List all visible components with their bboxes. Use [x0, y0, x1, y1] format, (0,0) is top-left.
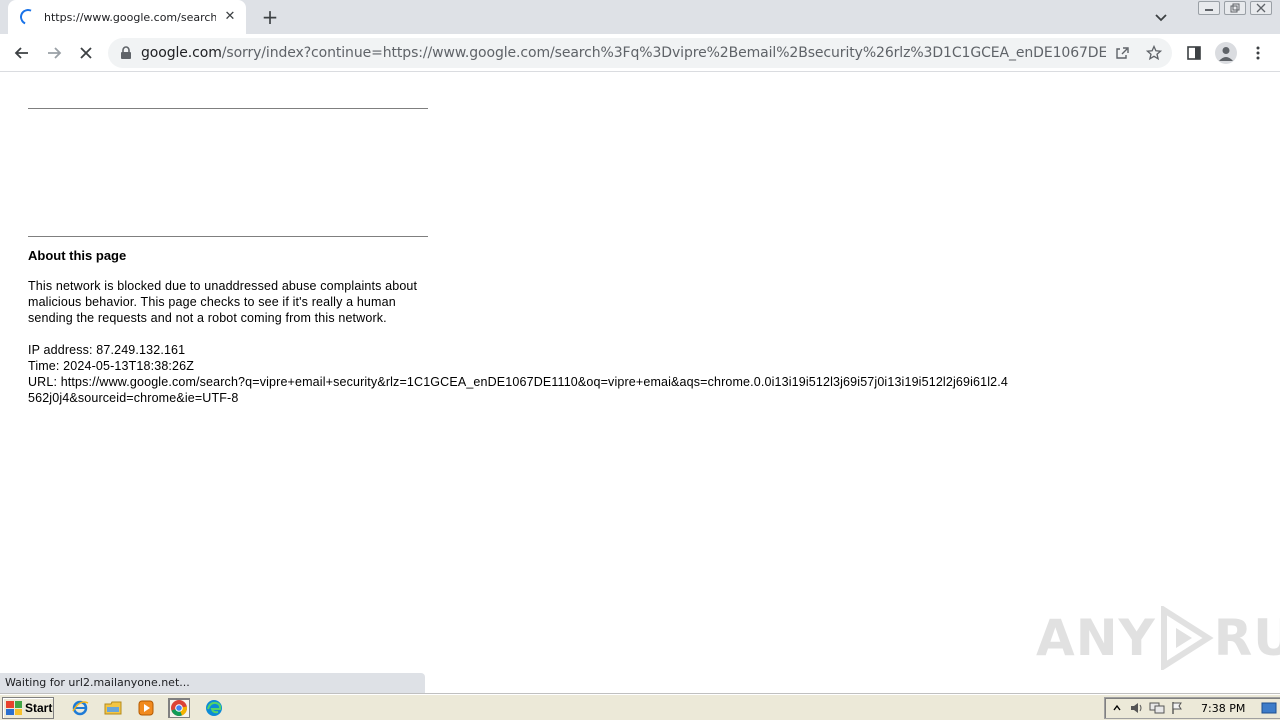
volume-button[interactable]	[1127, 700, 1147, 716]
captcha-area	[28, 109, 1028, 236]
play-logo-icon	[1160, 606, 1214, 670]
bookmark-button[interactable]	[1144, 43, 1164, 63]
clock[interactable]: 7:38 PM	[1201, 702, 1245, 715]
ip-address-line: IP address: 87.249.132.161	[28, 343, 186, 357]
request-info: IP address: 87.249.132.161 Time: 2024-05…	[28, 342, 1028, 406]
minimize-icon	[1205, 9, 1213, 11]
start-button[interactable]: Start	[2, 697, 54, 719]
speaker-icon	[1131, 703, 1142, 713]
anyrun-watermark: ANY RUN	[1036, 606, 1280, 670]
tab-strip: https://www.google.com/search?q=vipre+em…	[0, 0, 1280, 34]
avatar	[1215, 42, 1237, 64]
taskbar: Start 7:38 PM	[0, 694, 1280, 720]
restore-icon	[1230, 3, 1240, 13]
share-icon	[1116, 47, 1129, 59]
side-panel-icon	[1187, 46, 1201, 60]
close-icon	[1256, 3, 1266, 13]
chevron-up-icon	[1113, 704, 1121, 711]
flag-icon	[1172, 702, 1182, 714]
browser-toolbar: google.com/sorry/index?continue=https://…	[0, 34, 1280, 72]
arrow-left-icon	[14, 47, 28, 59]
address-bar[interactable]: google.com/sorry/index?continue=https://…	[108, 38, 1172, 68]
edge-icon	[206, 700, 222, 716]
share-button[interactable]	[1112, 43, 1132, 63]
close-icon	[80, 47, 92, 59]
status-bubble: Waiting for url2.mailanyone.net...	[0, 673, 425, 693]
window-controls	[1198, 1, 1272, 15]
url-line: URL: https://www.google.com/search?q=vip…	[28, 375, 1008, 405]
back-button[interactable]	[8, 39, 36, 67]
taskbar-media-player[interactable]	[135, 698, 157, 718]
taskbar-edge[interactable]	[203, 698, 225, 718]
url-host: google.com	[141, 45, 222, 61]
network-icon	[1149, 702, 1165, 714]
system-tray: 7:38 PM	[1104, 697, 1280, 719]
loading-spinner-icon	[17, 6, 39, 28]
action-center-button[interactable]	[1167, 700, 1187, 716]
minimize-button[interactable]	[1198, 1, 1220, 15]
tab-search-button[interactable]	[1150, 6, 1172, 28]
desktop-icon	[1261, 702, 1277, 714]
show-hidden-icons-button[interactable]	[1107, 700, 1127, 716]
tab-title: https://www.google.com/search?q=vipre+em…	[44, 10, 216, 24]
close-window-button[interactable]	[1250, 1, 1272, 15]
taskbar-explorer[interactable]	[102, 698, 124, 718]
media-player-icon	[138, 700, 154, 716]
watermark-text-right: RUN	[1213, 609, 1280, 667]
start-label: Start	[25, 701, 53, 715]
taskbar-chrome[interactable]	[168, 698, 190, 718]
menu-button[interactable]	[1244, 39, 1272, 67]
person-icon	[1219, 47, 1233, 61]
chevron-down-icon	[1155, 14, 1167, 22]
stop-loading-button[interactable]	[72, 39, 100, 67]
arrow-right-icon	[48, 47, 62, 59]
close-tab-icon[interactable]: ✕	[222, 9, 238, 25]
watermark-text-left: ANY	[1036, 609, 1156, 667]
restore-button[interactable]	[1224, 1, 1246, 15]
browser-tab[interactable]: https://www.google.com/search?q=vipre+em…	[8, 0, 246, 34]
page-title: About this page	[28, 248, 127, 263]
network-button[interactable]	[1147, 700, 1167, 716]
chrome-icon	[171, 700, 188, 716]
new-tab-button[interactable]: +	[258, 5, 282, 29]
star-icon	[1146, 45, 1162, 61]
windows-logo-icon	[6, 701, 22, 715]
page-content: About this page This network is blocked …	[28, 108, 1028, 406]
show-desktop-button[interactable]	[1259, 700, 1279, 716]
divider	[28, 236, 428, 237]
forward-button[interactable]	[40, 39, 68, 67]
time-line: Time: 2024-05-13T18:38:26Z	[28, 359, 195, 373]
profile-button[interactable]	[1212, 39, 1240, 67]
side-panel-button[interactable]	[1180, 39, 1208, 67]
about-text: This network is blocked due to unaddress…	[28, 279, 418, 325]
lock-icon[interactable]	[120, 46, 132, 60]
taskbar-internet-explorer[interactable]	[69, 698, 91, 718]
url-path: /sorry/index?continue=https://www.google…	[221, 45, 1106, 61]
kebab-menu-icon	[1256, 46, 1260, 60]
folder-icon	[104, 701, 122, 715]
internet-explorer-icon	[72, 700, 89, 716]
url-text[interactable]: google.com/sorry/index?continue=https://…	[141, 44, 1106, 62]
